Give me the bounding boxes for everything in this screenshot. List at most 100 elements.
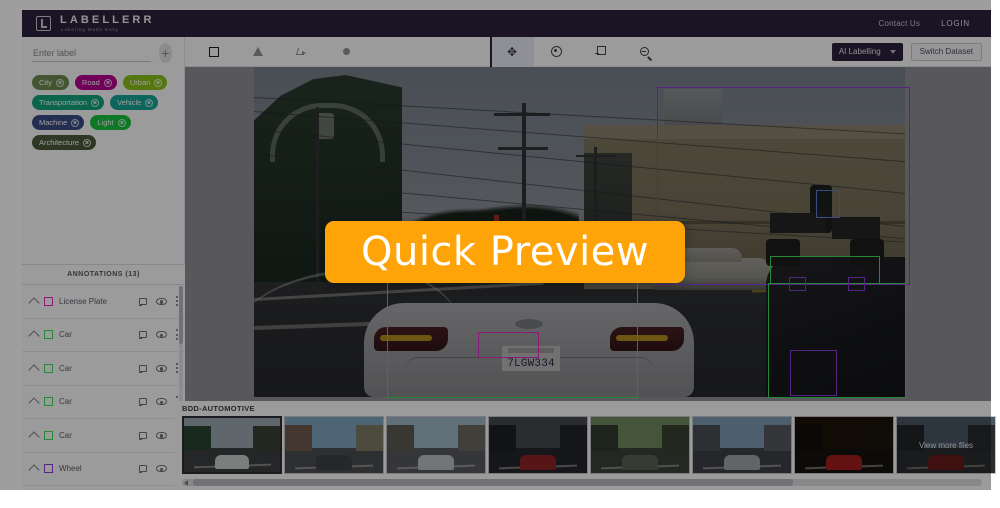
eye-icon[interactable] — [156, 297, 167, 305]
filmstrip-scroll-thumb[interactable] — [193, 479, 793, 486]
annotation-color-swatch — [44, 397, 53, 407]
switch-dataset-button[interactable]: Switch Dataset — [910, 42, 982, 61]
remove-tag-icon[interactable] — [154, 78, 163, 87]
label-tag[interactable]: Machine — [32, 115, 85, 130]
label-tag-text: Transportation — [39, 98, 88, 107]
label-tag[interactable]: Vehicle — [110, 95, 159, 110]
eye-icon[interactable] — [156, 465, 167, 473]
annotation-row[interactable]: Car — [22, 319, 185, 352]
shape-icon[interactable] — [139, 364, 147, 372]
remove-tag-icon[interactable] — [55, 78, 64, 87]
shape-icon[interactable] — [139, 398, 147, 406]
thumbnail-list: View more files — [182, 416, 996, 474]
label-input[interactable] — [32, 44, 151, 62]
shape-icon[interactable] — [139, 465, 147, 473]
polygon-tool[interactable] — [236, 37, 280, 67]
chevron-up-icon[interactable] — [28, 397, 40, 409]
label-tag[interactable]: City — [32, 75, 69, 90]
chevron-up-icon[interactable] — [28, 297, 40, 309]
annotation-label: Car — [59, 330, 72, 340]
label-tag[interactable]: Architecture — [32, 135, 97, 150]
thumb-7[interactable] — [794, 416, 894, 474]
annotation-color-swatch — [44, 296, 53, 306]
chevron-up-icon[interactable] — [28, 364, 40, 376]
thumb-3[interactable] — [386, 416, 486, 474]
eye-icon[interactable] — [156, 364, 167, 372]
move-icon: ✥ — [506, 44, 518, 59]
zoom-tool[interactable] — [622, 37, 666, 67]
chevron-up-icon[interactable] — [28, 431, 40, 443]
dataset-name: BDD-AUTOMOTIVE — [182, 404, 255, 413]
chevron-up-icon[interactable] — [28, 464, 40, 476]
annotation-color-swatch — [44, 330, 53, 340]
label-tag-list: City Road Urban Transportation Vehicle Machin… — [22, 69, 184, 150]
quick-preview-title: Quick Preview — [360, 229, 650, 275]
left-sidebar: + City Road Urban Transportation Vehicle Mach… — [22, 37, 185, 490]
thumb-2[interactable] — [284, 416, 384, 474]
contact-us-link[interactable]: Contact Us — [879, 19, 921, 28]
annotations-list: License Plate Car Car Car Car Wheel — [22, 285, 185, 490]
brand[interactable]: LABELLERR Labeling Made Easy — [36, 14, 155, 33]
quick-preview-banner[interactable]: Quick Preview — [325, 221, 685, 283]
eye-icon[interactable] — [156, 331, 167, 339]
plus-icon: + — [161, 45, 170, 61]
eye-icon[interactable] — [156, 431, 167, 439]
polyline-icon — [297, 47, 308, 57]
remove-tag-icon[interactable] — [103, 78, 112, 87]
annotation-row[interactable]: Car — [22, 386, 185, 419]
label-tag[interactable]: Light — [90, 115, 131, 130]
remove-tag-icon[interactable] — [83, 138, 92, 147]
annotation-row[interactable]: License Plate — [22, 285, 185, 319]
shape-tool-group — [192, 37, 368, 67]
label-tag-text: City — [39, 78, 52, 87]
annotation-label: Car — [59, 430, 72, 440]
label-tag[interactable]: Transportation — [32, 95, 105, 110]
polyline-tool[interactable] — [280, 37, 324, 67]
toolbar-right-actions: AI Labelling Switch Dataset — [831, 42, 982, 61]
remove-tag-icon[interactable] — [145, 98, 154, 107]
app-header: LABELLERR Labeling Made Easy Contact Us … — [22, 10, 991, 37]
annotation-row-actions — [139, 463, 179, 474]
labellerr-logo-icon — [36, 16, 51, 31]
shape-icon[interactable] — [139, 331, 147, 339]
thumb-4[interactable] — [488, 416, 588, 474]
point-tool[interactable] — [324, 37, 368, 67]
annotation-label: Car — [59, 363, 72, 373]
chevron-up-icon[interactable] — [28, 330, 40, 342]
thumb-1[interactable] — [182, 416, 282, 474]
annotation-row[interactable]: Wheel — [22, 453, 185, 486]
filmstrip-scrollbar[interactable] — [182, 479, 982, 486]
annotation-row-actions — [139, 362, 179, 374]
view-more-files-overlay[interactable]: View more files — [897, 417, 995, 473]
annotation-color-swatch — [44, 363, 53, 373]
remove-tag-icon[interactable] — [91, 98, 100, 107]
focus-tool[interactable] — [534, 37, 578, 67]
rectangle-tool[interactable] — [192, 37, 236, 67]
add-label-button[interactable]: + — [159, 43, 172, 63]
shape-icon[interactable] — [139, 297, 147, 305]
label-tag-text: Machine — [39, 118, 68, 127]
crop-tool[interactable] — [578, 37, 622, 67]
thumb-8[interactable]: View more files — [896, 416, 996, 474]
eye-icon[interactable] — [156, 398, 167, 406]
label-tag[interactable]: Road — [74, 75, 117, 90]
thumb-6[interactable] — [692, 416, 792, 474]
thumb-5[interactable] — [590, 416, 690, 474]
login-button[interactable]: LOGIN — [934, 15, 977, 32]
annotation-app-window: LABELLERR Labeling Made Easy Contact Us … — [0, 0, 1000, 508]
move-tool[interactable]: ✥ — [490, 36, 534, 67]
label-tag-text: Vehicle — [117, 98, 142, 107]
annotation-label: License Plate — [59, 296, 108, 306]
chevron-left-icon[interactable] — [184, 479, 188, 486]
shape-icon[interactable] — [139, 431, 147, 439]
annotation-row[interactable]: Car — [22, 352, 185, 386]
annotation-row-actions — [139, 429, 179, 441]
annotation-row[interactable]: Car — [22, 419, 185, 453]
annotation-label: Car — [59, 397, 72, 407]
header-actions: Contact Us LOGIN — [879, 15, 977, 32]
remove-tag-icon[interactable] — [71, 118, 80, 127]
label-tag[interactable]: Urban — [122, 75, 168, 90]
remove-tag-icon[interactable] — [117, 118, 126, 127]
dot-icon — [342, 48, 350, 55]
ai-labelling-dropdown[interactable]: AI Labelling — [831, 42, 903, 61]
